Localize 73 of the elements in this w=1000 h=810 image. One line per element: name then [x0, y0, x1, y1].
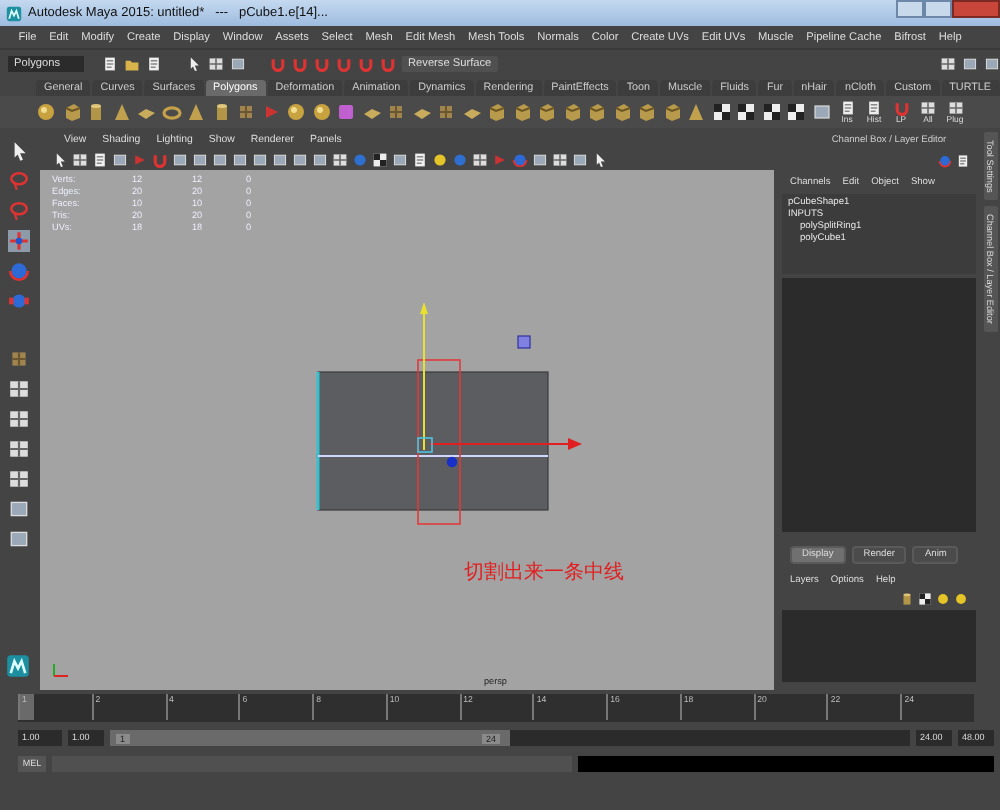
panel-icon[interactable] [7, 528, 29, 550]
layout-icon[interactable] [208, 55, 224, 71]
layout-icon[interactable] [332, 151, 348, 167]
checker-icon[interactable] [711, 102, 731, 122]
cylinder-icon[interactable] [211, 102, 231, 122]
checker-icon[interactable] [918, 592, 932, 606]
checker-icon[interactable] [736, 102, 756, 122]
cube-icon[interactable] [61, 102, 81, 122]
document-icon[interactable] [146, 55, 162, 71]
y-axis-arrow[interactable] [420, 302, 428, 451]
view-cube-handle[interactable] [517, 335, 531, 349]
cube-icon[interactable] [636, 102, 656, 122]
range-slider[interactable] [110, 730, 510, 746]
minimize-button[interactable] [896, 0, 924, 18]
cube-icon[interactable] [536, 102, 556, 122]
document-icon[interactable] [412, 151, 428, 167]
panel-icon[interactable] [532, 151, 548, 167]
layout-icon[interactable] [72, 151, 88, 167]
sphere-icon[interactable] [311, 102, 331, 122]
box-icon[interactable] [436, 102, 456, 122]
cone-icon[interactable] [686, 102, 706, 122]
cube-icon[interactable] [561, 102, 581, 122]
move-icon[interactable] [7, 230, 29, 252]
panel-icon[interactable] [572, 151, 588, 167]
layout-icon[interactable] [472, 151, 488, 167]
maya-logo-icon[interactable] [6, 654, 30, 678]
maximize-button[interactable] [924, 0, 952, 18]
document-icon[interactable] [956, 154, 970, 168]
panel-icon[interactable] [392, 151, 408, 167]
magnet-icon [893, 99, 909, 116]
document-icon [839, 99, 855, 116]
torus-icon[interactable] [161, 102, 181, 122]
pivot-point[interactable] [446, 456, 458, 468]
arrow-icon[interactable] [186, 55, 202, 71]
cube-icon[interactable] [611, 102, 631, 122]
maya-logo-icon [6, 5, 22, 21]
panel-icon[interactable] [112, 151, 128, 167]
cube-icon[interactable] [661, 102, 681, 122]
box-icon[interactable] [7, 348, 29, 370]
layout-icon[interactable] [940, 55, 956, 71]
cube-icon[interactable] [586, 102, 606, 122]
panel-icon[interactable] [811, 102, 831, 122]
checker-icon[interactable] [372, 151, 388, 167]
layout-icon [920, 99, 936, 116]
checker-icon[interactable] [761, 102, 781, 122]
document-icon[interactable] [102, 55, 118, 71]
cube-icon[interactable] [486, 102, 506, 122]
box-icon[interactable] [236, 102, 256, 122]
sphere-icon[interactable] [286, 102, 306, 122]
layout-icon[interactable] [7, 468, 29, 490]
cylinder-icon[interactable] [900, 592, 914, 606]
cone-icon[interactable] [111, 102, 131, 122]
layout-icon[interactable] [7, 408, 29, 430]
arrow-icon[interactable] [52, 151, 68, 167]
panel-icon[interactable] [7, 498, 29, 520]
checker-icon[interactable] [786, 102, 806, 122]
layout-icon [947, 99, 963, 116]
cylinder-icon[interactable] [86, 102, 106, 122]
box-icon[interactable] [386, 102, 406, 122]
cone-icon[interactable] [186, 102, 206, 122]
cube-icon[interactable] [511, 102, 531, 122]
annotation-text: 切割出来一条中线 [464, 559, 624, 586]
sphere-icon[interactable] [36, 102, 56, 122]
layout-icon[interactable] [7, 438, 29, 460]
folder-icon[interactable] [124, 55, 140, 71]
panel-icon[interactable] [230, 55, 246, 71]
layout-icon[interactable] [552, 151, 568, 167]
arrow-icon[interactable] [592, 151, 608, 167]
manipulator-handle[interactable] [417, 437, 433, 453]
document-icon[interactable] [92, 151, 108, 167]
document-icon [866, 99, 882, 116]
layout-icon[interactable] [7, 378, 29, 400]
axis-indicator-icon [50, 660, 70, 678]
